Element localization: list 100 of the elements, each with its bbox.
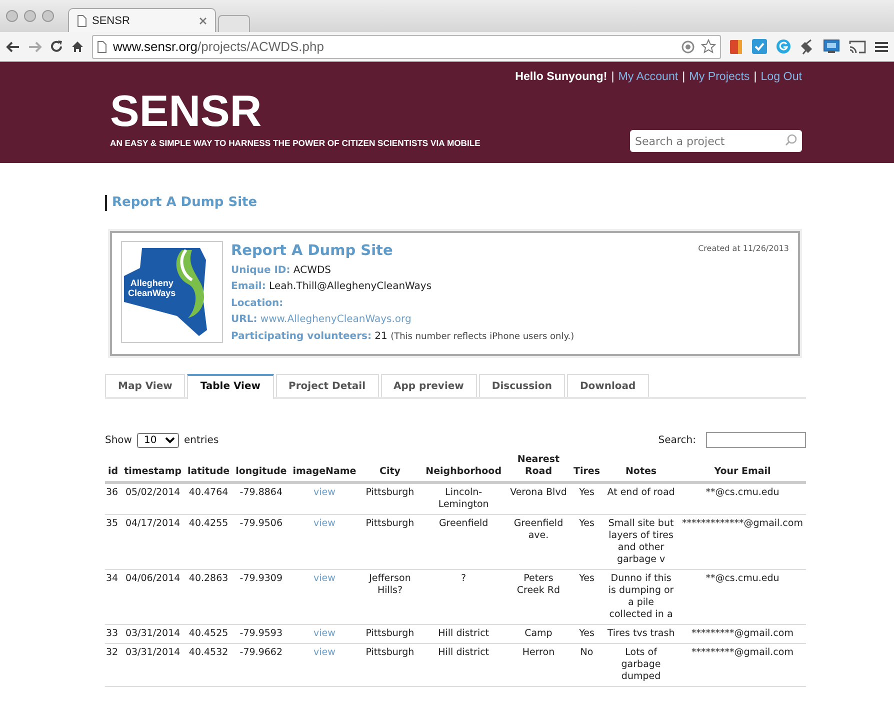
- separator: |: [611, 70, 614, 83]
- tab[interactable]: Map View: [105, 374, 186, 397]
- project-search-field[interactable]: Search a project: [630, 130, 802, 152]
- column-header[interactable]: City: [359, 452, 421, 482]
- table-cell: 05/02/2014: [121, 482, 185, 514]
- close-icon[interactable]: [199, 16, 207, 24]
- home-icon[interactable]: [71, 40, 84, 53]
- column-header[interactable]: Tires: [570, 452, 604, 482]
- forward-icon[interactable]: [28, 40, 42, 52]
- project-field: Unique ID: ACWDS: [231, 264, 789, 278]
- checkmark-icon[interactable]: [752, 39, 767, 54]
- project-field: Email: Leah.Thill@AlleghenyCleanWays: [231, 280, 789, 294]
- star-icon[interactable]: [701, 39, 716, 54]
- column-header[interactable]: longitude: [232, 452, 290, 482]
- book-icon[interactable]: [729, 38, 743, 54]
- address-bar[interactable]: www.sensr.org/projects/ACWDS.php: [92, 34, 721, 58]
- site-logo: SENSR: [110, 90, 263, 134]
- circle-g-icon[interactable]: [776, 39, 791, 54]
- table-cell: *********@gmail.com: [679, 644, 806, 686]
- header-link[interactable]: Log Out: [760, 70, 802, 83]
- column-header[interactable]: imageName: [290, 452, 360, 482]
- table-cell: Pittsburgh: [359, 624, 421, 644]
- table-cell: Jefferson Hills?: [359, 570, 421, 624]
- table-cell: -79.9309: [232, 570, 290, 624]
- column-header[interactable]: timestamp: [121, 452, 185, 482]
- column-header[interactable]: Nearest Road: [506, 452, 570, 482]
- table-cell: Peters Creek Rd: [506, 570, 570, 624]
- tab[interactable]: Project Detail: [276, 374, 379, 397]
- table-cell: Yes: [570, 624, 604, 644]
- table-cell: At end of road: [603, 482, 680, 514]
- separator: |: [682, 70, 686, 83]
- column-header[interactable]: Neighborhood: [420, 452, 506, 482]
- logo-text: Allegheny CleanWays: [128, 278, 176, 298]
- table-cell: 36: [105, 482, 122, 514]
- table-cell: Greenfield: [420, 514, 506, 570]
- table-cell: Dunno if this is dumping or a pile collected in a: [603, 570, 680, 624]
- table-cell: **@cs.cmu.edu: [679, 570, 806, 624]
- table-cell: 04/17/2014: [121, 514, 185, 570]
- table-cell: 03/31/2014: [121, 644, 185, 686]
- column-header[interactable]: Notes: [603, 452, 680, 482]
- table-cell: ?: [420, 570, 506, 624]
- project-field: URL: www.AlleghenyCleanWays.org: [231, 313, 789, 327]
- tab[interactable]: App preview: [380, 374, 477, 397]
- project-field: Location:: [231, 296, 789, 310]
- tab[interactable]: Table View: [187, 374, 274, 399]
- table-cell: Yes: [570, 570, 604, 624]
- table-cell: 40.4764: [184, 482, 233, 514]
- show-label: Show: [105, 434, 132, 446]
- url-text: www.sensr.org/projects/ACWDS.php: [113, 39, 324, 54]
- table-cell: 40.4532: [184, 644, 233, 686]
- window-control-icon[interactable]: [42, 10, 54, 22]
- window-control-icon[interactable]: [24, 10, 36, 22]
- table-cell: Pittsburgh: [359, 482, 421, 514]
- project-field: Participating volunteers: 21 (This number reflects iPhone users only.): [231, 330, 789, 344]
- target-icon[interactable]: [681, 40, 695, 54]
- menu-icon[interactable]: [875, 40, 888, 52]
- column-header[interactable]: latitude: [184, 452, 233, 482]
- table-cell: Herron: [506, 644, 570, 686]
- cast-icon[interactable]: [849, 40, 866, 54]
- table-cell: **@cs.cmu.edu: [679, 482, 806, 514]
- table-cell: Camp: [506, 624, 570, 644]
- column-header[interactable]: Your Email: [679, 452, 806, 482]
- table-cell: Verona Blvd: [506, 482, 570, 514]
- page-icon: [97, 40, 107, 52]
- table-cell: Hill district: [420, 624, 506, 644]
- table-cell: Small site but layers of tires and other garbage v: [603, 514, 680, 570]
- tab[interactable]: Download: [566, 374, 649, 397]
- table-cell: *************@gmail.com: [679, 514, 806, 570]
- back-icon[interactable]: [6, 40, 20, 52]
- window-control-icon[interactable]: [6, 10, 18, 22]
- table-cell: *********@gmail.com: [679, 624, 806, 644]
- browser-tab[interactable]: SENSR: [68, 8, 216, 32]
- greeting-text: Hello Sunyoung!: [515, 70, 608, 83]
- table-cell: Yes: [570, 482, 604, 514]
- table-cell: Pittsburgh: [359, 514, 421, 570]
- table-cell: 40.4255: [184, 514, 233, 570]
- table-cell: Tires tvs trash: [603, 624, 680, 644]
- table-cell: Greenfield ave.: [506, 514, 570, 570]
- table-cell: 03/31/2014: [121, 624, 185, 644]
- table-cell: 33: [105, 624, 122, 644]
- page-icon: [77, 14, 87, 26]
- screen-icon[interactable]: [823, 39, 840, 54]
- plug-icon[interactable]: [800, 38, 814, 54]
- created-date: Created at 11/26/2013: [698, 244, 789, 253]
- header-link[interactable]: My Projects: [689, 70, 750, 83]
- table-cell: 40.4525: [184, 624, 233, 644]
- site-tagline: AN EASY & SIMPLE WAY TO HARNESS THE POWER OF CITIZEN SCIENTISTS VIA MOBILE: [110, 138, 480, 148]
- table-search-field[interactable]: [706, 432, 806, 448]
- tab[interactable]: Discussion: [478, 374, 565, 397]
- search-icon[interactable]: [785, 134, 797, 146]
- header-link[interactable]: My Account: [618, 70, 678, 83]
- entries-label: entries: [184, 434, 219, 446]
- table-cell: -79.9662: [232, 644, 290, 686]
- reload-icon[interactable]: [50, 40, 63, 53]
- page-size-select[interactable]: 10: [136, 432, 179, 448]
- column-header[interactable]: id: [105, 452, 122, 482]
- page-title: Report A Dump Site: [105, 195, 258, 211]
- table-cell: 32: [105, 644, 122, 686]
- table-cell: No: [570, 644, 604, 686]
- table-cell: 35: [105, 514, 122, 570]
